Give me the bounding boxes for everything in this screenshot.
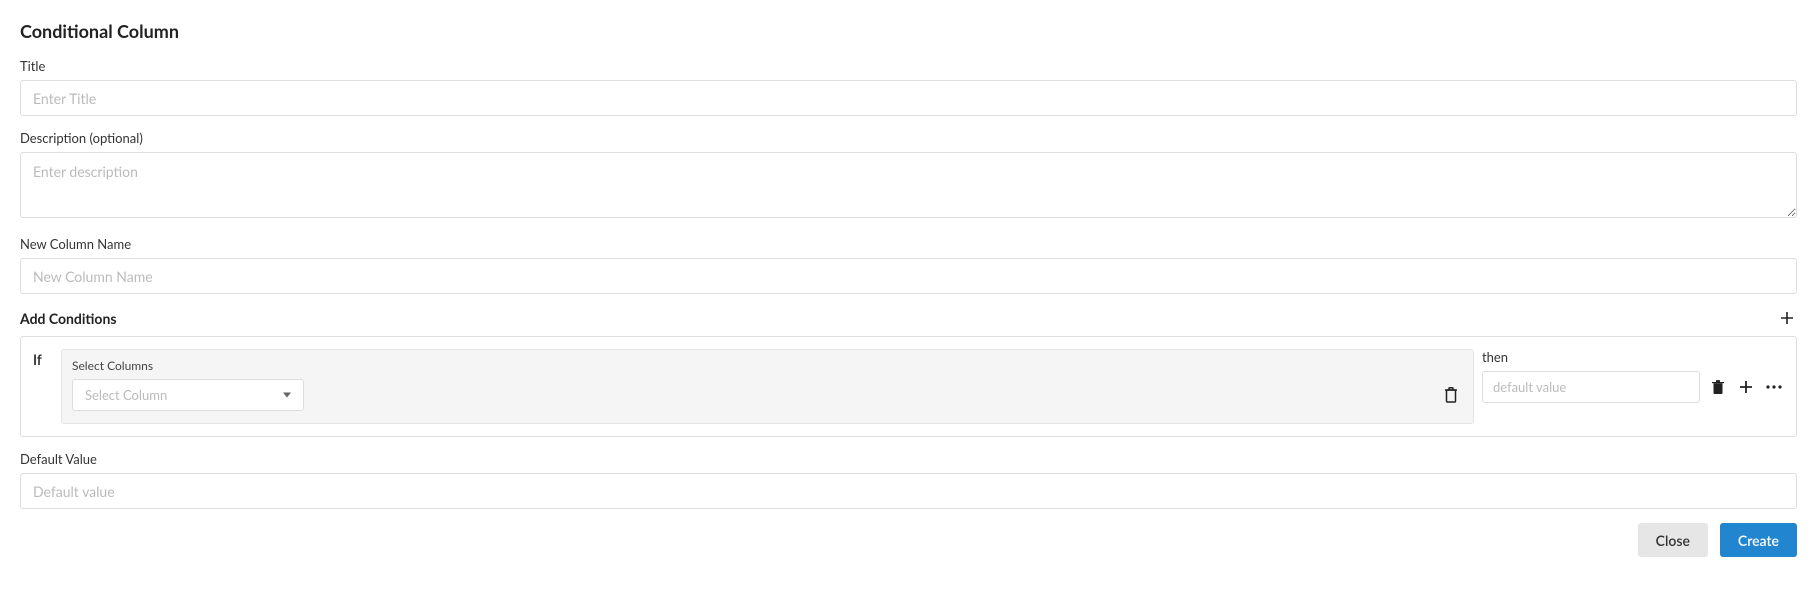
condition-block-row: Select Column — [72, 379, 1463, 411]
delete-inner-condition-button[interactable] — [1439, 382, 1463, 408]
delete-condition-row-button[interactable] — [1708, 377, 1728, 397]
trash-icon — [1711, 379, 1725, 395]
select-column-placeholder: Select Column — [85, 387, 167, 403]
title-field-group: Title — [20, 58, 1797, 116]
if-label: If — [33, 349, 61, 424]
close-button[interactable]: Close — [1638, 523, 1708, 557]
description-field-group: Description (optional) — [20, 130, 1797, 222]
title-input[interactable] — [20, 80, 1797, 116]
description-label: Description (optional) — [20, 130, 1797, 146]
conditions-container: If Select Columns Select Column then — [20, 336, 1797, 437]
default-value-field-group: Default Value — [20, 451, 1797, 509]
conditions-header: Add Conditions — [20, 308, 1797, 328]
new-column-name-input[interactable] — [20, 258, 1797, 294]
default-value-label: Default Value — [20, 451, 1797, 467]
create-button[interactable]: Create — [1720, 523, 1797, 557]
then-value-input[interactable] — [1482, 371, 1700, 403]
then-row — [1482, 371, 1784, 403]
footer-buttons: Close Create — [20, 523, 1797, 557]
new-column-name-field-group: New Column Name — [20, 236, 1797, 294]
plus-icon — [1739, 380, 1753, 394]
select-columns-label: Select Columns — [72, 358, 1463, 373]
default-value-input[interactable] — [20, 473, 1797, 509]
page-title: Conditional Column — [20, 20, 1797, 42]
select-column-dropdown[interactable]: Select Column — [72, 379, 304, 411]
description-input[interactable] — [20, 152, 1797, 218]
add-condition-row-button[interactable] — [1736, 377, 1756, 397]
title-label: Title — [20, 58, 1797, 74]
ellipsis-icon — [1766, 385, 1782, 389]
condition-block: Select Columns Select Column — [61, 349, 1474, 424]
trash-icon — [1443, 386, 1459, 404]
plus-icon — [1779, 310, 1795, 326]
then-block: then — [1474, 349, 1784, 424]
new-column-name-label: New Column Name — [20, 236, 1797, 252]
add-condition-button[interactable] — [1777, 308, 1797, 328]
then-label: then — [1482, 349, 1784, 365]
add-conditions-title: Add Conditions — [20, 310, 117, 327]
more-options-button[interactable] — [1764, 377, 1784, 397]
